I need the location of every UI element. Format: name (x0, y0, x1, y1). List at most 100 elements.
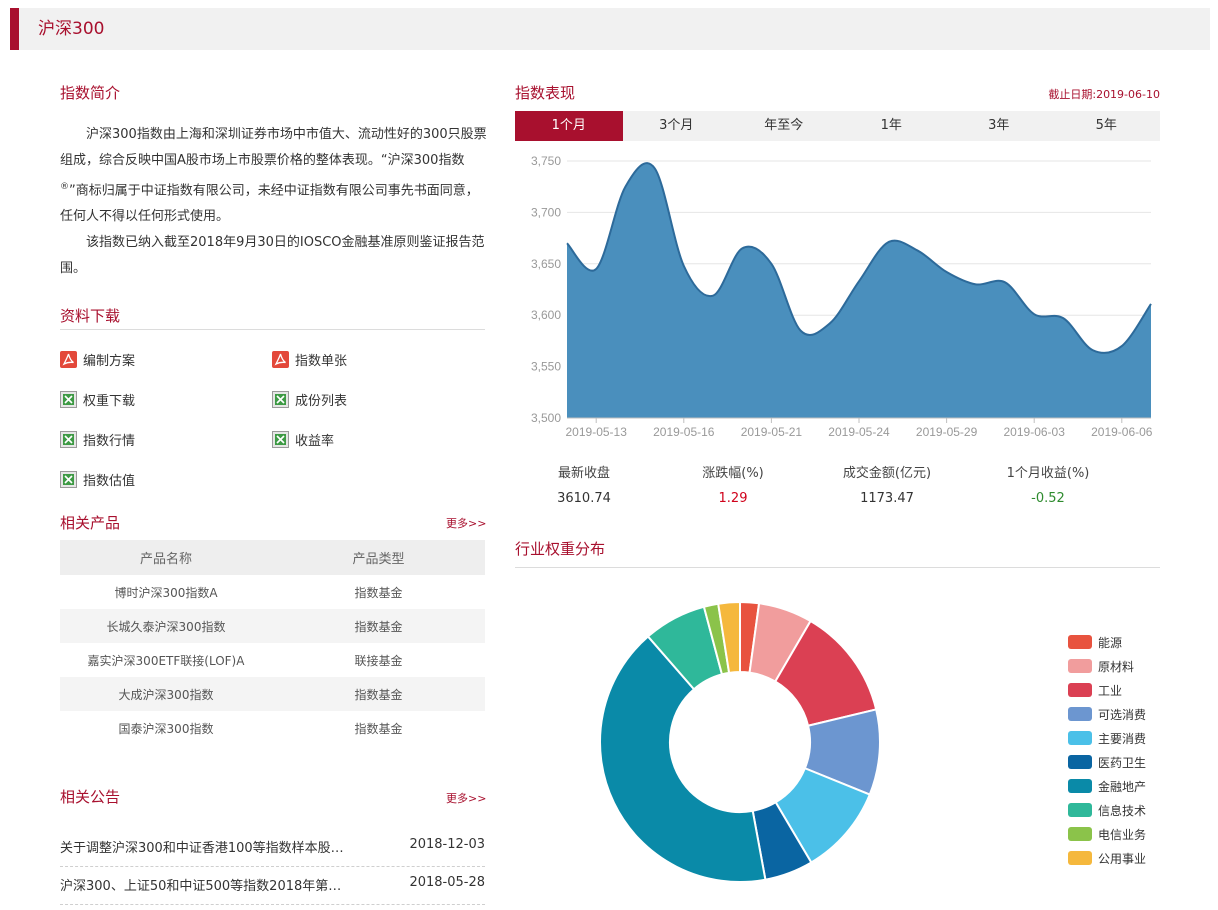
notice-title[interactable]: 沪深300、上证50和中证500等指数2018年第… (60, 875, 370, 894)
data-point[interactable] (710, 293, 716, 299)
data-point[interactable] (973, 281, 979, 287)
legend-item[interactable]: 工业 (1068, 678, 1198, 702)
product-name[interactable]: 嘉实沪深300ETF联接(LOF)A (60, 643, 272, 677)
notice-date: 2018-12-03 (409, 837, 485, 852)
industry-donut-chart (599, 600, 881, 883)
table-row[interactable]: 国泰沪深300指数 指数基金 (60, 711, 485, 745)
legend-swatch (1068, 803, 1092, 817)
legend-label: 医药卫生 (1098, 755, 1147, 770)
list-item[interactable]: 沪深300、上证50和中证500等指数2018年第… 2018-05-28 (60, 867, 485, 905)
stat-turnover: 成交金额(亿元) 1173.47 (807, 462, 967, 506)
data-point[interactable] (1119, 343, 1125, 349)
stat-label: 1个月收益(%) (1006, 466, 1090, 481)
stat-value: -0.52 (1031, 491, 1065, 506)
notices-more-link[interactable]: 更多>> (446, 790, 486, 806)
x-tick-label: 2019-05-16 (653, 425, 715, 439)
stat-label: 最新收盘 (557, 466, 610, 481)
table-row[interactable]: 大成沪深300指数 指数基金 (60, 677, 485, 711)
registered-mark: ® (60, 182, 69, 192)
data-point[interactable] (652, 165, 658, 171)
data-point[interactable] (593, 266, 599, 272)
products-header-row: 产品名称 产品类型 (60, 540, 485, 575)
product-type: 联接基金 (354, 653, 403, 668)
download-link[interactable]: 指数单张 (272, 350, 347, 369)
list-item[interactable]: 关于调整沪深300和中证香港100等指数样本股… 2018-12-03 (60, 829, 485, 867)
legend-item[interactable]: 医药卫生 (1068, 750, 1198, 774)
y-tick-label: 3,600 (531, 308, 561, 322)
legend-item[interactable]: 电信业务 (1068, 822, 1198, 846)
stat-label: 涨跌幅(%) (702, 466, 764, 481)
product-name[interactable]: 博时沪深300指数A (60, 575, 272, 609)
y-tick-label: 3,650 (531, 257, 561, 271)
legend-item[interactable]: 原材料 (1068, 654, 1198, 678)
data-point[interactable] (1148, 301, 1154, 307)
table-row[interactable]: 嘉实沪深300ETF联接(LOF)A 联接基金 (60, 643, 485, 677)
data-point[interactable] (856, 278, 862, 284)
legend-label: 可选消费 (1098, 707, 1147, 722)
data-point[interactable] (798, 328, 804, 334)
product-type: 指数基金 (354, 585, 403, 600)
data-point[interactable] (564, 240, 570, 246)
column-header: 产品名称 (60, 540, 272, 575)
tab-period[interactable]: 3个月 (623, 111, 731, 141)
legend-item[interactable]: 公用事业 (1068, 846, 1198, 870)
data-point[interactable] (681, 263, 687, 269)
tab-period[interactable]: 1年 (838, 111, 946, 141)
data-point[interactable] (739, 245, 745, 251)
download-label: 权重下载 (83, 394, 136, 409)
excel-icon (60, 431, 77, 448)
legend-swatch (1068, 851, 1092, 865)
tab-period[interactable]: 5年 (1053, 111, 1161, 141)
tab-period[interactable]: 1个月 (515, 111, 623, 141)
data-point[interactable] (1060, 315, 1066, 321)
legend-item[interactable]: 能源 (1068, 630, 1198, 654)
data-point[interactable] (914, 247, 920, 253)
as-of-date: 截止日期:2019-06-10 (1048, 88, 1160, 101)
product-name[interactable]: 国泰沪深300指数 (60, 711, 272, 745)
download-link[interactable]: 指数估值 (60, 470, 135, 489)
download-link[interactable]: 编制方案 (60, 350, 135, 369)
data-point[interactable] (885, 239, 891, 245)
y-tick-label: 3,700 (531, 205, 561, 219)
stat-change-pct: 涨跌幅(%) 1.29 (653, 462, 813, 506)
performance-title: 指数表现 (515, 84, 576, 102)
page-title: 沪深300 (38, 19, 105, 39)
products-title: 相关产品 (60, 514, 121, 532)
notice-title[interactable]: 关于调整沪深300和中证香港100等指数样本股… (60, 837, 370, 856)
x-tick-label: 2019-06-06 (1091, 425, 1153, 439)
period-tabs: 1个月 3个月 年至今 1年 3年 5年 (515, 111, 1160, 141)
stat-latest-close: 最新收盘 3610.74 (504, 462, 664, 506)
table-row[interactable]: 博时沪深300指数A 指数基金 (60, 575, 485, 609)
legend-swatch (1068, 779, 1092, 793)
products-more-link[interactable]: 更多>> (446, 515, 486, 531)
legend-item[interactable]: 信息技术 (1068, 798, 1198, 822)
download-link[interactable]: 收益率 (272, 430, 334, 449)
download-link[interactable]: 成份列表 (272, 390, 347, 409)
x-tick-label: 2019-05-13 (566, 425, 628, 439)
performance-chart: 3,500 3,550 3,600 3,650 3,700 3,750 2019-05-13… (531, 154, 1154, 439)
excel-icon (272, 391, 289, 408)
download-link[interactable]: 指数行情 (60, 430, 135, 449)
y-tick-label: 3,550 (531, 360, 561, 374)
product-name[interactable]: 长城久泰沪深300指数 (60, 609, 272, 643)
data-point[interactable] (827, 320, 833, 326)
download-link[interactable]: 权重下载 (60, 390, 135, 409)
data-point[interactable] (944, 269, 950, 275)
data-point[interactable] (1090, 347, 1096, 353)
tab-period[interactable]: 年至今 (730, 111, 838, 141)
page-header: 沪深300 (10, 8, 1210, 50)
stat-value: 1173.47 (860, 491, 914, 506)
product-name[interactable]: 大成沪深300指数 (60, 677, 272, 711)
stat-value: 3610.74 (557, 491, 611, 506)
legend-item[interactable]: 主要消费 (1068, 726, 1198, 750)
legend-item[interactable]: 可选消费 (1068, 702, 1198, 726)
data-point[interactable] (622, 184, 628, 190)
legend-item[interactable]: 金融地产 (1068, 774, 1198, 798)
table-row[interactable]: 长城久泰沪深300指数 指数基金 (60, 609, 485, 643)
data-point[interactable] (768, 261, 774, 267)
data-point[interactable] (1031, 311, 1037, 317)
data-point[interactable] (1002, 279, 1008, 285)
tab-period[interactable]: 3年 (945, 111, 1053, 141)
legend-swatch (1068, 827, 1092, 841)
legend-swatch (1068, 731, 1092, 745)
